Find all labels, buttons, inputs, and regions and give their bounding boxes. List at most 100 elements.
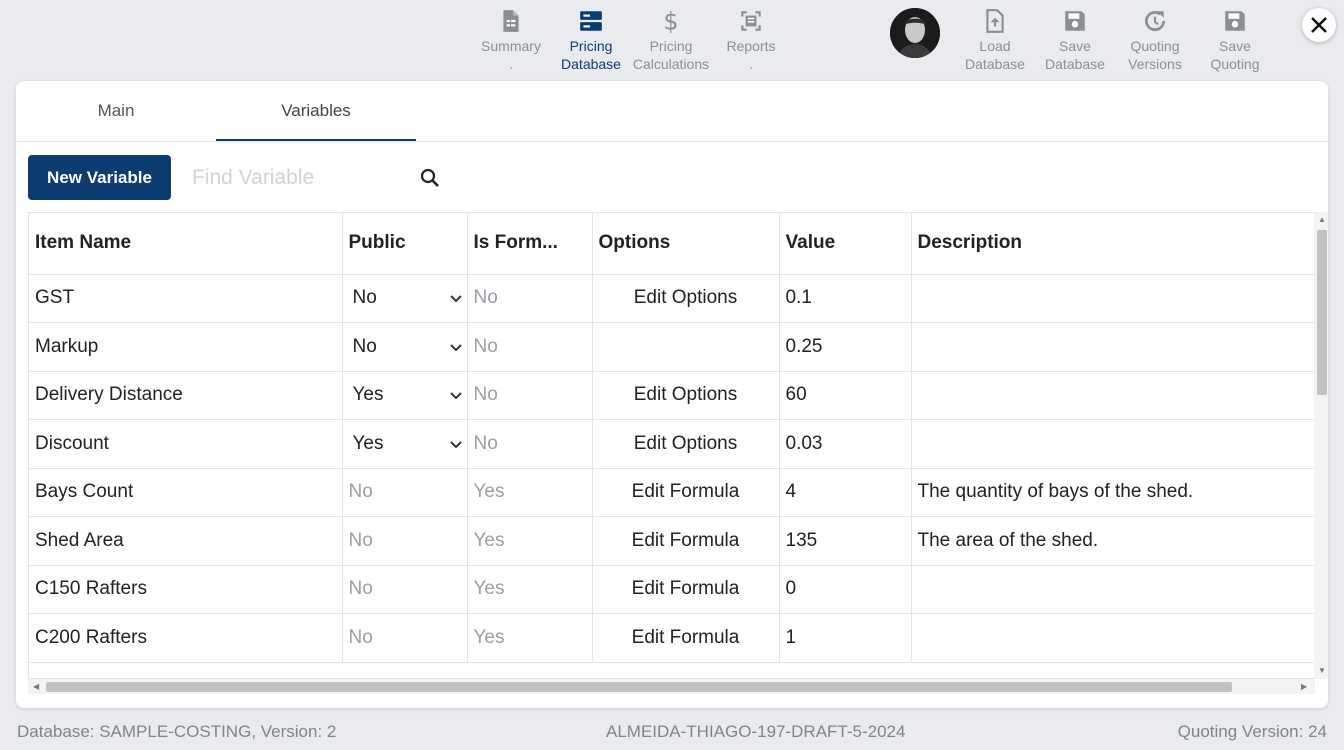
header-description[interactable]: Description: [911, 213, 1314, 275]
item-name-cell[interactable]: C200 Rafters: [29, 613, 343, 663]
value-cell[interactable]: 0: [779, 565, 912, 614]
description-cell[interactable]: [911, 322, 1314, 372]
edit-options-button[interactable]: Edit Options: [592, 371, 780, 420]
public-select[interactable]: No: [342, 274, 468, 323]
public-select-value: Yes: [352, 384, 384, 406]
is-formula-cell: Yes: [467, 468, 593, 517]
main-card: Main Variables New Variable Item Name Pu…: [16, 81, 1328, 708]
horizontal-scroll-thumb[interactable]: [46, 682, 1232, 692]
public-select-value: Yes: [352, 432, 384, 454]
is-formula-cell: No: [467, 419, 593, 469]
header-item-name[interactable]: Item Name: [29, 213, 343, 275]
quoting-versions-button[interactable]: Quoting Versions: [1115, 8, 1195, 73]
floppy-icon: [1065, 11, 1085, 31]
top-toolbar: Summary . Pricing Database $ Pricing Cal…: [0, 0, 1344, 80]
scroll-left-icon[interactable]: ◀: [33, 682, 39, 692]
value-cell[interactable]: 0.25: [779, 322, 912, 372]
edit-formula-button[interactable]: Edit Formula: [592, 613, 780, 663]
scroll-up-icon[interactable]: ▲: [1318, 215, 1326, 225]
table-row[interactable]: GST No No Edit Options 0.1: [29, 274, 1314, 323]
floppy-icon: [1225, 11, 1245, 31]
header-is-formula[interactable]: Is Form...: [467, 213, 593, 275]
tab-bar: Main Variables: [16, 81, 1328, 142]
public-select[interactable]: Yes: [342, 371, 468, 420]
item-name-cell[interactable]: Discount: [29, 419, 343, 469]
dollar-icon: $: [663, 8, 678, 34]
item-name-cell[interactable]: C150 Rafters: [29, 565, 343, 614]
pricing-calculations-label: Pricing: [649, 38, 693, 54]
find-variable-input[interactable]: [192, 163, 412, 193]
edit-formula-button[interactable]: Edit Formula: [592, 468, 780, 517]
public-cell: No: [342, 516, 468, 566]
chevron-down-icon: [449, 392, 462, 400]
reports-label: Reports: [726, 38, 776, 54]
table-row[interactable]: C200 Rafters No Yes Edit Formula 1: [29, 613, 1314, 663]
search-icon[interactable]: [418, 166, 442, 190]
description-cell[interactable]: [911, 371, 1314, 420]
quoting-versions-label: Quoting: [1130, 38, 1180, 54]
description-cell[interactable]: The quantity of bays of the shed.: [911, 468, 1314, 517]
summary-button[interactable]: Summary .: [471, 8, 551, 73]
scroll-down-icon[interactable]: ▼: [1318, 666, 1326, 676]
public-select[interactable]: Yes: [342, 419, 468, 469]
is-formula-cell: Yes: [467, 565, 593, 614]
description-cell[interactable]: The area of the shed.: [911, 516, 1314, 566]
scroll-right-icon[interactable]: ▶: [1301, 682, 1307, 692]
load-database-button[interactable]: Load Database: [955, 8, 1035, 73]
value-cell[interactable]: 1: [779, 613, 912, 663]
pricing-database-button[interactable]: Pricing Database: [551, 8, 631, 73]
table-row[interactable]: Shed Area No Yes Edit Formula 135 The area of…: [29, 516, 1314, 566]
refresh-icon: [1145, 11, 1166, 32]
edit-formula-button[interactable]: Edit Formula: [592, 516, 780, 566]
user-avatar[interactable]: [890, 8, 940, 58]
public-cell: No: [342, 565, 468, 614]
value-cell[interactable]: 0.03: [779, 419, 912, 469]
public-select[interactable]: No: [342, 322, 468, 372]
close-button[interactable]: [1302, 8, 1336, 42]
value-cell[interactable]: 0.1: [779, 274, 912, 323]
is-formula-cell: No: [467, 371, 593, 420]
public-select-value: No: [352, 335, 377, 357]
vertical-scrollbar[interactable]: ▲ ▼: [1314, 212, 1328, 679]
header-options[interactable]: Options: [592, 213, 780, 275]
header-value[interactable]: Value: [779, 213, 912, 275]
report-icon: [741, 11, 761, 31]
pricing-calculations-button[interactable]: $ Pricing Calculations: [631, 8, 711, 73]
vertical-scroll-thumb[interactable]: [1317, 230, 1327, 395]
tab-main[interactable]: Main: [16, 81, 216, 141]
is-formula-cell: No: [467, 322, 593, 372]
public-cell: No: [342, 468, 468, 517]
table-header-row: Item Name Public Is Form... Options Valu…: [29, 213, 1314, 275]
item-name-cell[interactable]: GST: [29, 274, 343, 323]
value-cell[interactable]: 135: [779, 516, 912, 566]
tab-variables[interactable]: Variables: [216, 81, 416, 141]
reports-button[interactable]: Reports .: [711, 8, 791, 73]
horizontal-scrollbar[interactable]: ◀ ▶: [28, 679, 1315, 694]
edit-options-button[interactable]: Edit Options: [592, 274, 780, 323]
description-cell[interactable]: [911, 419, 1314, 469]
item-name-cell[interactable]: Delivery Distance: [29, 371, 343, 420]
table-row[interactable]: Bays Count No Yes Edit Formula 4 The quantity…: [29, 468, 1314, 517]
chevron-down-icon: [449, 441, 462, 449]
table-row[interactable]: Delivery Distance Yes No Edit Options 60: [29, 371, 1314, 420]
save-database-label: Save: [1059, 38, 1091, 54]
table-row[interactable]: Discount Yes No Edit Options 0.03: [29, 419, 1314, 469]
description-cell[interactable]: [911, 565, 1314, 614]
description-cell[interactable]: [911, 613, 1314, 663]
table-row[interactable]: C150 Rafters No Yes Edit Formula 0: [29, 565, 1314, 614]
edit-formula-button[interactable]: Edit Formula: [592, 565, 780, 614]
table-row[interactable]: Markup No No 0.25: [29, 322, 1314, 372]
header-public[interactable]: Public: [342, 213, 468, 275]
description-cell[interactable]: [911, 274, 1314, 323]
save-quoting-button[interactable]: Save Quoting: [1195, 8, 1275, 73]
value-cell[interactable]: 60: [779, 371, 912, 420]
new-variable-button[interactable]: New Variable: [28, 155, 171, 200]
save-database-button[interactable]: Save Database: [1035, 8, 1115, 73]
chevron-down-icon: [449, 295, 462, 303]
item-name-cell[interactable]: Shed Area: [29, 516, 343, 566]
value-cell[interactable]: 4: [779, 468, 912, 517]
item-name-cell[interactable]: Bays Count: [29, 468, 343, 517]
summary-label: Summary: [481, 38, 541, 54]
item-name-cell[interactable]: Markup: [29, 322, 343, 372]
edit-options-button[interactable]: Edit Options: [592, 419, 780, 469]
